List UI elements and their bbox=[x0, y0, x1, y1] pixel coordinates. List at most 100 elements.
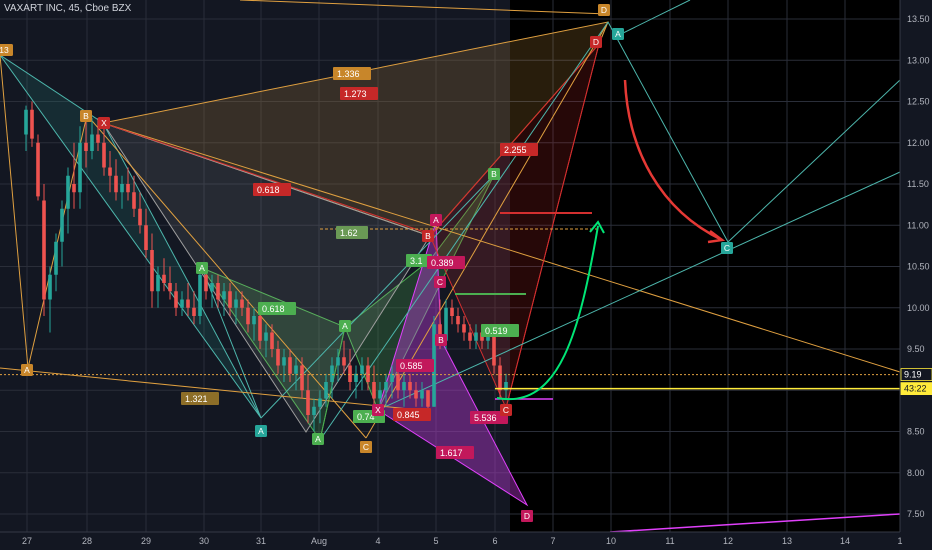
candle-body bbox=[258, 316, 262, 341]
point-label: A bbox=[315, 434, 321, 444]
ratio-label: 1.273 bbox=[344, 89, 367, 99]
x-tick-label: 29 bbox=[141, 536, 151, 546]
candle-body bbox=[462, 324, 466, 333]
point-label: A bbox=[24, 365, 30, 375]
candle-body bbox=[450, 307, 454, 316]
point-label: D bbox=[524, 511, 530, 521]
ratio-label: 1.336 bbox=[337, 69, 360, 79]
x-tick-label: 7 bbox=[550, 536, 555, 546]
x-tick-label: 1 bbox=[897, 536, 902, 546]
candle-body bbox=[24, 109, 28, 135]
candle-body bbox=[456, 316, 460, 325]
candle-body bbox=[498, 365, 502, 391]
candle-body bbox=[402, 382, 406, 391]
candle-body bbox=[288, 357, 292, 374]
candle-body bbox=[210, 283, 214, 292]
candle-body bbox=[414, 390, 418, 399]
candle-body bbox=[282, 357, 286, 366]
candle-body bbox=[324, 382, 328, 399]
ratio-label: 5.536 bbox=[474, 413, 497, 423]
candle-body bbox=[426, 390, 430, 407]
candle-body bbox=[348, 365, 352, 382]
x-tick-label: Aug bbox=[311, 536, 327, 546]
ratio-label: 0.585 bbox=[400, 361, 423, 371]
ratio-label: 0.618 bbox=[257, 185, 280, 195]
candle-body bbox=[216, 283, 220, 300]
x-tick-label: 6 bbox=[492, 536, 497, 546]
chart-root[interactable]: 13.50 13.00 12.50 12.00 11.50 11.00 10.50 10.00… bbox=[0, 0, 932, 550]
candle-body bbox=[132, 192, 136, 209]
x-tick-label: 5 bbox=[433, 536, 438, 546]
ratio-label: 1.617 bbox=[440, 448, 463, 458]
y-tick-label: 10.00 bbox=[907, 303, 930, 313]
candle-body bbox=[186, 299, 190, 308]
x-tick-label: 14 bbox=[840, 536, 850, 546]
ratio-label: 0.389 bbox=[431, 258, 454, 268]
symbol-header: VAXART INC, 45, Cboe BZX bbox=[4, 3, 132, 14]
candle-body bbox=[66, 175, 70, 209]
x-tick-label: 13 bbox=[782, 536, 792, 546]
y-tick-label: 8.50 bbox=[907, 427, 925, 437]
candle-body bbox=[336, 357, 340, 366]
candle-body bbox=[234, 299, 238, 308]
point-label: C bbox=[363, 442, 369, 452]
candle-body bbox=[192, 307, 196, 316]
point-label: C bbox=[503, 405, 509, 415]
point-label: C bbox=[724, 243, 730, 253]
candle-body bbox=[198, 274, 202, 316]
candle-body bbox=[276, 349, 280, 366]
candle-body bbox=[60, 208, 64, 242]
ratio-label: 1.62 bbox=[340, 228, 358, 238]
candle-body bbox=[492, 332, 496, 366]
candle-body bbox=[36, 142, 40, 197]
point-label: X bbox=[375, 405, 381, 415]
point-label: A bbox=[342, 321, 348, 331]
ratio-label: 0.519 bbox=[485, 326, 508, 336]
y-tick-label: 10.50 bbox=[907, 262, 930, 272]
candle-body bbox=[30, 109, 34, 139]
candle-body bbox=[42, 200, 46, 300]
ratio-label: 3.1 bbox=[410, 256, 423, 266]
candle-body bbox=[78, 142, 82, 193]
y-tick-label: 11.50 bbox=[907, 179, 929, 189]
candle-body bbox=[468, 332, 472, 341]
candle-body bbox=[180, 299, 184, 308]
candle-body bbox=[150, 250, 154, 292]
candle-body bbox=[378, 390, 382, 399]
candle-body bbox=[300, 365, 304, 391]
point-label: A bbox=[433, 215, 439, 225]
point-label: B bbox=[491, 169, 497, 179]
candle-body bbox=[72, 184, 76, 193]
candle-body bbox=[246, 307, 250, 325]
candle-body bbox=[114, 175, 118, 193]
point-label: D bbox=[593, 37, 599, 47]
ratio-label: 0.845 bbox=[397, 410, 420, 420]
y-tick-label: 9.50 bbox=[907, 344, 925, 354]
candle-body bbox=[204, 274, 208, 292]
candle-body bbox=[384, 382, 388, 391]
x-tick-label: 30 bbox=[199, 536, 209, 546]
y-tick-label: 12.00 bbox=[907, 138, 930, 148]
candle-body bbox=[162, 274, 166, 283]
point-label: A bbox=[199, 263, 205, 273]
candle-body bbox=[90, 134, 94, 151]
candle-body bbox=[156, 274, 160, 292]
candle-body bbox=[294, 365, 298, 374]
y-tick-label: 13.50 bbox=[907, 14, 930, 24]
candle-body bbox=[48, 274, 52, 300]
price-label: 9.19 bbox=[904, 370, 922, 380]
point-label: C bbox=[437, 277, 443, 287]
price-label: 43:22 bbox=[904, 384, 927, 394]
x-tick-label: 10 bbox=[606, 536, 616, 546]
candle-body bbox=[252, 316, 256, 325]
candle-body bbox=[330, 365, 334, 382]
candle-body bbox=[168, 283, 172, 292]
point-label: 13 bbox=[0, 45, 9, 55]
y-tick-label: 8.00 bbox=[907, 468, 925, 478]
candle-body bbox=[372, 382, 376, 399]
price-chart[interactable]: 13.50 13.00 12.50 12.00 11.50 11.00 10.50 10.00… bbox=[0, 0, 932, 550]
x-tick-label: 11 bbox=[665, 536, 674, 546]
point-label: B bbox=[425, 231, 431, 241]
point-label: A bbox=[258, 426, 264, 436]
candle-body bbox=[102, 142, 106, 168]
